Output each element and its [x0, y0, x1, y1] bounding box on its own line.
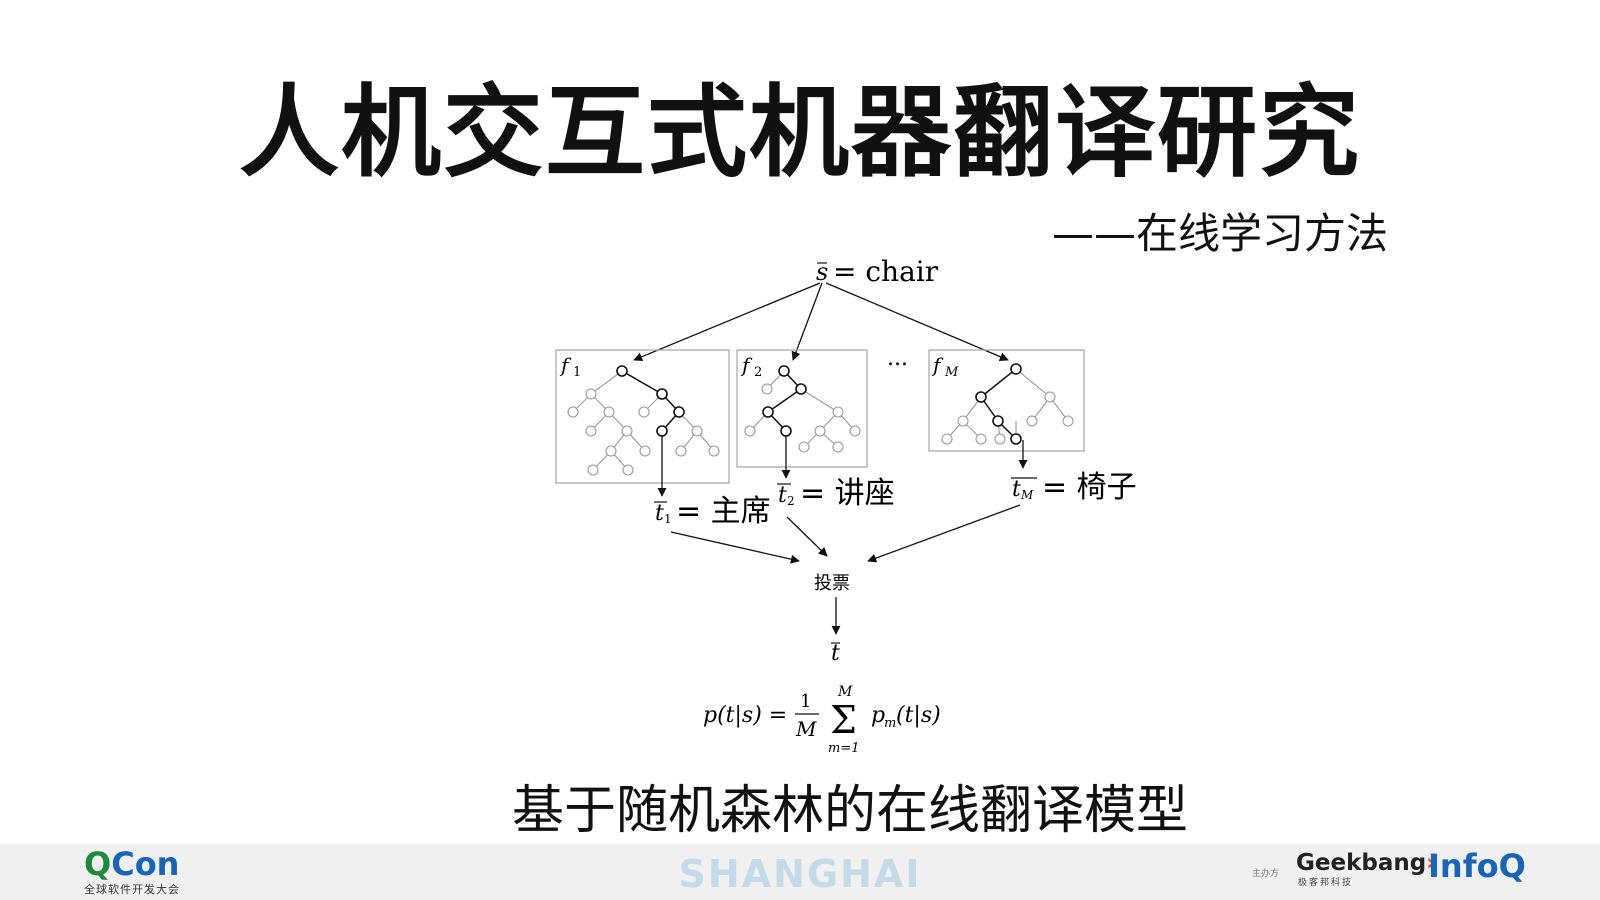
- tree-f1: f 1: [555, 349, 730, 484]
- tree-ellipsis: ...: [887, 346, 908, 371]
- output-tM: t M = 椅子: [1011, 470, 1137, 505]
- tree-f1-sub: 1: [573, 365, 581, 380]
- formula-frac-num: 1: [800, 691, 811, 712]
- tree-fM: f M: [928, 349, 1085, 452]
- formula-sum: Σ: [830, 698, 857, 742]
- source-symbol: s: [816, 258, 828, 286]
- output-t1-sub: 1: [664, 512, 672, 526]
- formula-rhs: p: [871, 703, 885, 728]
- infoq-logo: InfoQ: [1428, 847, 1526, 885]
- tree-f2: f 2: [736, 349, 868, 468]
- formula-sum-bottom: m=1: [828, 741, 860, 756]
- source-arrows: [633, 282, 1009, 362]
- random-forest-diagram: s = chair f 1 f 2 ... f M t 1 = 主席 t 2 =…: [555, 255, 1137, 756]
- formula-rhs-args: (t|s): [896, 703, 941, 728]
- result-symbol: t: [831, 641, 840, 666]
- result: t: [831, 641, 840, 666]
- source-text: = chair: [833, 255, 939, 288]
- output-t2-sub: 2: [787, 494, 795, 508]
- tree-fM-sub: M: [944, 365, 959, 380]
- vote-label: 投票: [814, 573, 850, 594]
- output-t2-symbol: t: [778, 483, 787, 508]
- source-label: s = chair: [816, 255, 939, 288]
- formula-rhs-sub: m: [884, 716, 896, 731]
- formula-frac-den: M: [795, 717, 817, 741]
- tree-f1-label: f: [559, 353, 572, 377]
- geekbang-logo: Geekbang› 极客邦科技: [1296, 850, 1436, 889]
- output-t2-value: = 讲座: [800, 476, 895, 511]
- footer-bar: QCon 全球软件开发大会 SHANGHAI 主办方 Geekbang› 极客邦…: [0, 844, 1600, 900]
- output-tM-value: = 椅子: [1042, 470, 1137, 505]
- tree-fM-label: f: [931, 353, 944, 377]
- slide-caption: 基于随机森林的在线翻译模型: [511, 781, 1188, 841]
- output-t2: t 2 = 讲座: [777, 476, 895, 511]
- tree-f2-label: f: [740, 353, 753, 377]
- output-tM-symbol: t: [1012, 477, 1021, 502]
- output-t1-value: = 主席: [676, 494, 771, 529]
- geekbang-logo-geek: Geek: [1296, 850, 1362, 876]
- geekbang-logo-bang: bang: [1361, 850, 1427, 876]
- output-t1: t 1 = 讲座 = 主席: [654, 494, 771, 529]
- geekbang-tagline: 极客邦科技: [1298, 878, 1354, 888]
- organizer-label: 主办方: [1252, 869, 1280, 879]
- formula: p(t|s) = 1 M M Σ m=1 p m (t|s): [703, 684, 941, 756]
- tree-f2-sub: 2: [754, 365, 762, 380]
- formula-lhs: p(t|s) =: [703, 703, 787, 728]
- output-tM-sub: M: [1020, 488, 1034, 502]
- output-t1-symbol: t: [655, 501, 664, 526]
